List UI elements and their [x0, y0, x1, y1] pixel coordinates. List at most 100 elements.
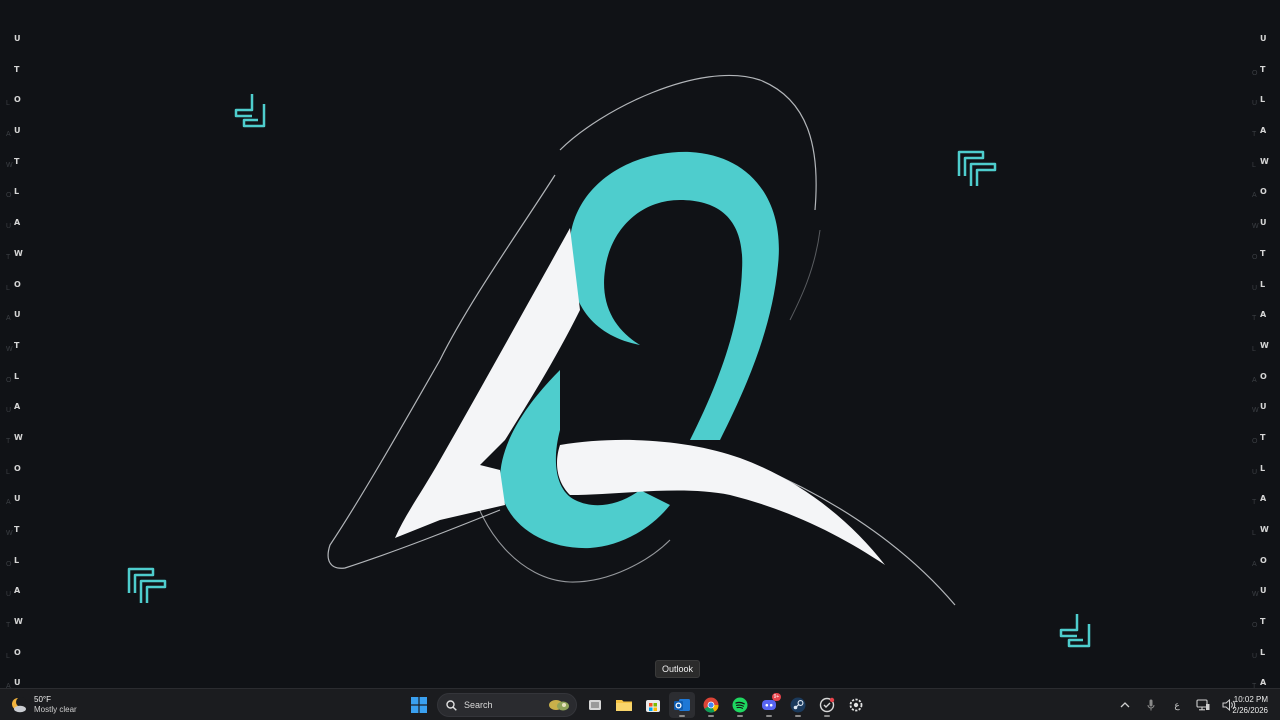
left-column-letter-row: WT	[6, 525, 28, 556]
spotify-icon	[732, 697, 748, 713]
left-column-letter: L	[14, 187, 20, 197]
left-column-letter: U	[14, 34, 21, 43]
corner-bracket-icon	[957, 150, 997, 186]
right-column-letter-row: TA	[1252, 126, 1274, 157]
right-column-letter: A	[1260, 494, 1267, 504]
windows-start-icon	[411, 697, 427, 713]
left-column-faint-letter: L	[6, 468, 10, 476]
left-column-letter-row: TW	[6, 249, 28, 280]
right-column-letter: W	[1260, 340, 1269, 350]
discord-button[interactable]: 9+	[756, 692, 782, 718]
desktop: UTLOAUWTOLUATWLOAUWTOLUATWLOAUWTOLUATWLO…	[0, 0, 1280, 688]
task-view-button[interactable]	[582, 692, 608, 718]
left-column-letter: W	[14, 617, 23, 627]
corner-bracket-icon	[234, 94, 266, 128]
weather-temperature: 50°F	[34, 695, 51, 704]
left-column-letter: O	[14, 95, 21, 105]
right-column-letter-row: TA	[1252, 678, 1274, 688]
right-column-letter: U	[1260, 34, 1267, 43]
right-column-letter: W	[1260, 156, 1269, 166]
start-button[interactable]	[406, 692, 432, 718]
show-hidden-icons-button[interactable]	[1116, 696, 1134, 714]
left-column-letter-row: LO	[6, 95, 28, 126]
microphone-button[interactable]	[1142, 696, 1160, 714]
left-column-letter-row: T	[6, 65, 28, 96]
right-column-letter: A	[1260, 126, 1267, 136]
store-icon	[646, 700, 660, 712]
outlook-tooltip: Outlook	[655, 660, 701, 678]
left-column-letter-row: OL	[6, 556, 28, 587]
right-column-letter-row: U	[1252, 34, 1274, 65]
chrome-button[interactable]	[698, 692, 724, 718]
taskbar-apps: Search 9+	[406, 691, 869, 719]
left-column-letter-row: LO	[6, 648, 28, 679]
left-column-letter: U	[14, 494, 21, 504]
right-column-letter: W	[1260, 525, 1269, 534]
left-column-faint-letter: T	[6, 253, 11, 261]
left-column-faint-letter: W	[6, 161, 13, 169]
taskbar: 50°F Mostly clear Search 9+ ع 10:02 PM 2…	[0, 688, 1280, 720]
input-language-indicator[interactable]: ع	[1168, 696, 1186, 714]
circle-app-button[interactable]	[814, 692, 840, 718]
notification-badge: 9+	[772, 693, 781, 701]
taskbar-search[interactable]: Search	[437, 693, 577, 717]
right-column-letter-row: UL	[1252, 648, 1274, 679]
right-column-faint-letter: A	[1252, 560, 1257, 568]
right-column-faint-letter: W	[1252, 223, 1259, 231]
store-button[interactable]	[640, 692, 666, 718]
right-column-letter: T	[1260, 248, 1266, 258]
right-column-letter: U	[1260, 218, 1267, 228]
running-indicator	[795, 715, 801, 717]
right-column-letter-row: WU	[1252, 586, 1274, 617]
left-column-letter: O	[14, 279, 21, 289]
left-column-letter-row: WT	[6, 157, 28, 188]
right-column-letter-row: UL	[1252, 280, 1274, 311]
spotify-button[interactable]	[727, 692, 753, 718]
file-explorer-button[interactable]	[611, 692, 637, 718]
right-column-letter-row: UL	[1252, 95, 1274, 126]
left-column-faint-letter: O	[6, 192, 12, 200]
chevron-up-icon	[1120, 702, 1130, 708]
left-column-faint-letter: A	[6, 315, 11, 323]
steam-icon	[790, 697, 806, 713]
left-column-letter-row: LO	[6, 464, 28, 495]
right-column-letter-row: WU	[1252, 218, 1274, 249]
right-column-letter-row: AO	[1252, 187, 1274, 218]
right-column-letter-row: LW	[1252, 525, 1274, 556]
left-column-faint-letter: T	[6, 437, 11, 445]
right-letter-column: UOTULTALWAOWUOTULTALWAOWUOTULTALWAOWUOTU…	[1252, 34, 1274, 688]
wallpaper-logo	[327, 75, 956, 606]
folder-icon	[616, 700, 632, 711]
right-column-letter: L	[1260, 279, 1266, 289]
left-column-letter-row: UA	[6, 586, 28, 617]
running-indicator	[679, 715, 685, 717]
right-column-letter: L	[1260, 95, 1266, 105]
settings-button[interactable]	[843, 692, 869, 718]
right-column-faint-letter: T	[1252, 499, 1257, 507]
right-column-letter: A	[1260, 678, 1267, 688]
left-column-letter-row: U	[6, 34, 28, 65]
taskbar-clock[interactable]: 10:02 PM 2/26/2026	[1224, 694, 1268, 716]
right-column-letter: U	[1260, 402, 1267, 412]
right-column-letter: T	[1260, 617, 1266, 627]
network-button[interactable]	[1194, 696, 1212, 714]
moon-cloud-icon	[10, 696, 28, 714]
steam-button[interactable]	[785, 692, 811, 718]
right-column-letter-row: WU	[1252, 402, 1274, 433]
right-column-letter: O	[1260, 555, 1267, 565]
left-column-letter: A	[14, 402, 21, 412]
left-column-letter-row: TW	[6, 433, 28, 464]
right-column-letter: L	[1260, 463, 1266, 473]
right-column-faint-letter: W	[1252, 591, 1259, 599]
left-column-letter: U	[14, 310, 21, 320]
right-column-faint-letter: W	[1252, 407, 1259, 415]
right-column-letter-row: LW	[1252, 157, 1274, 188]
outlook-icon	[674, 699, 690, 711]
right-column-letter-row: OT	[1252, 249, 1274, 280]
left-column-letter-row: OL	[6, 187, 28, 218]
right-column-faint-letter: O	[1252, 253, 1258, 261]
weather-widget[interactable]: 50°F Mostly clear	[10, 693, 77, 717]
left-column-letter: W	[14, 432, 23, 442]
outlook-button[interactable]	[669, 692, 695, 718]
left-column-letter: O	[14, 647, 21, 657]
